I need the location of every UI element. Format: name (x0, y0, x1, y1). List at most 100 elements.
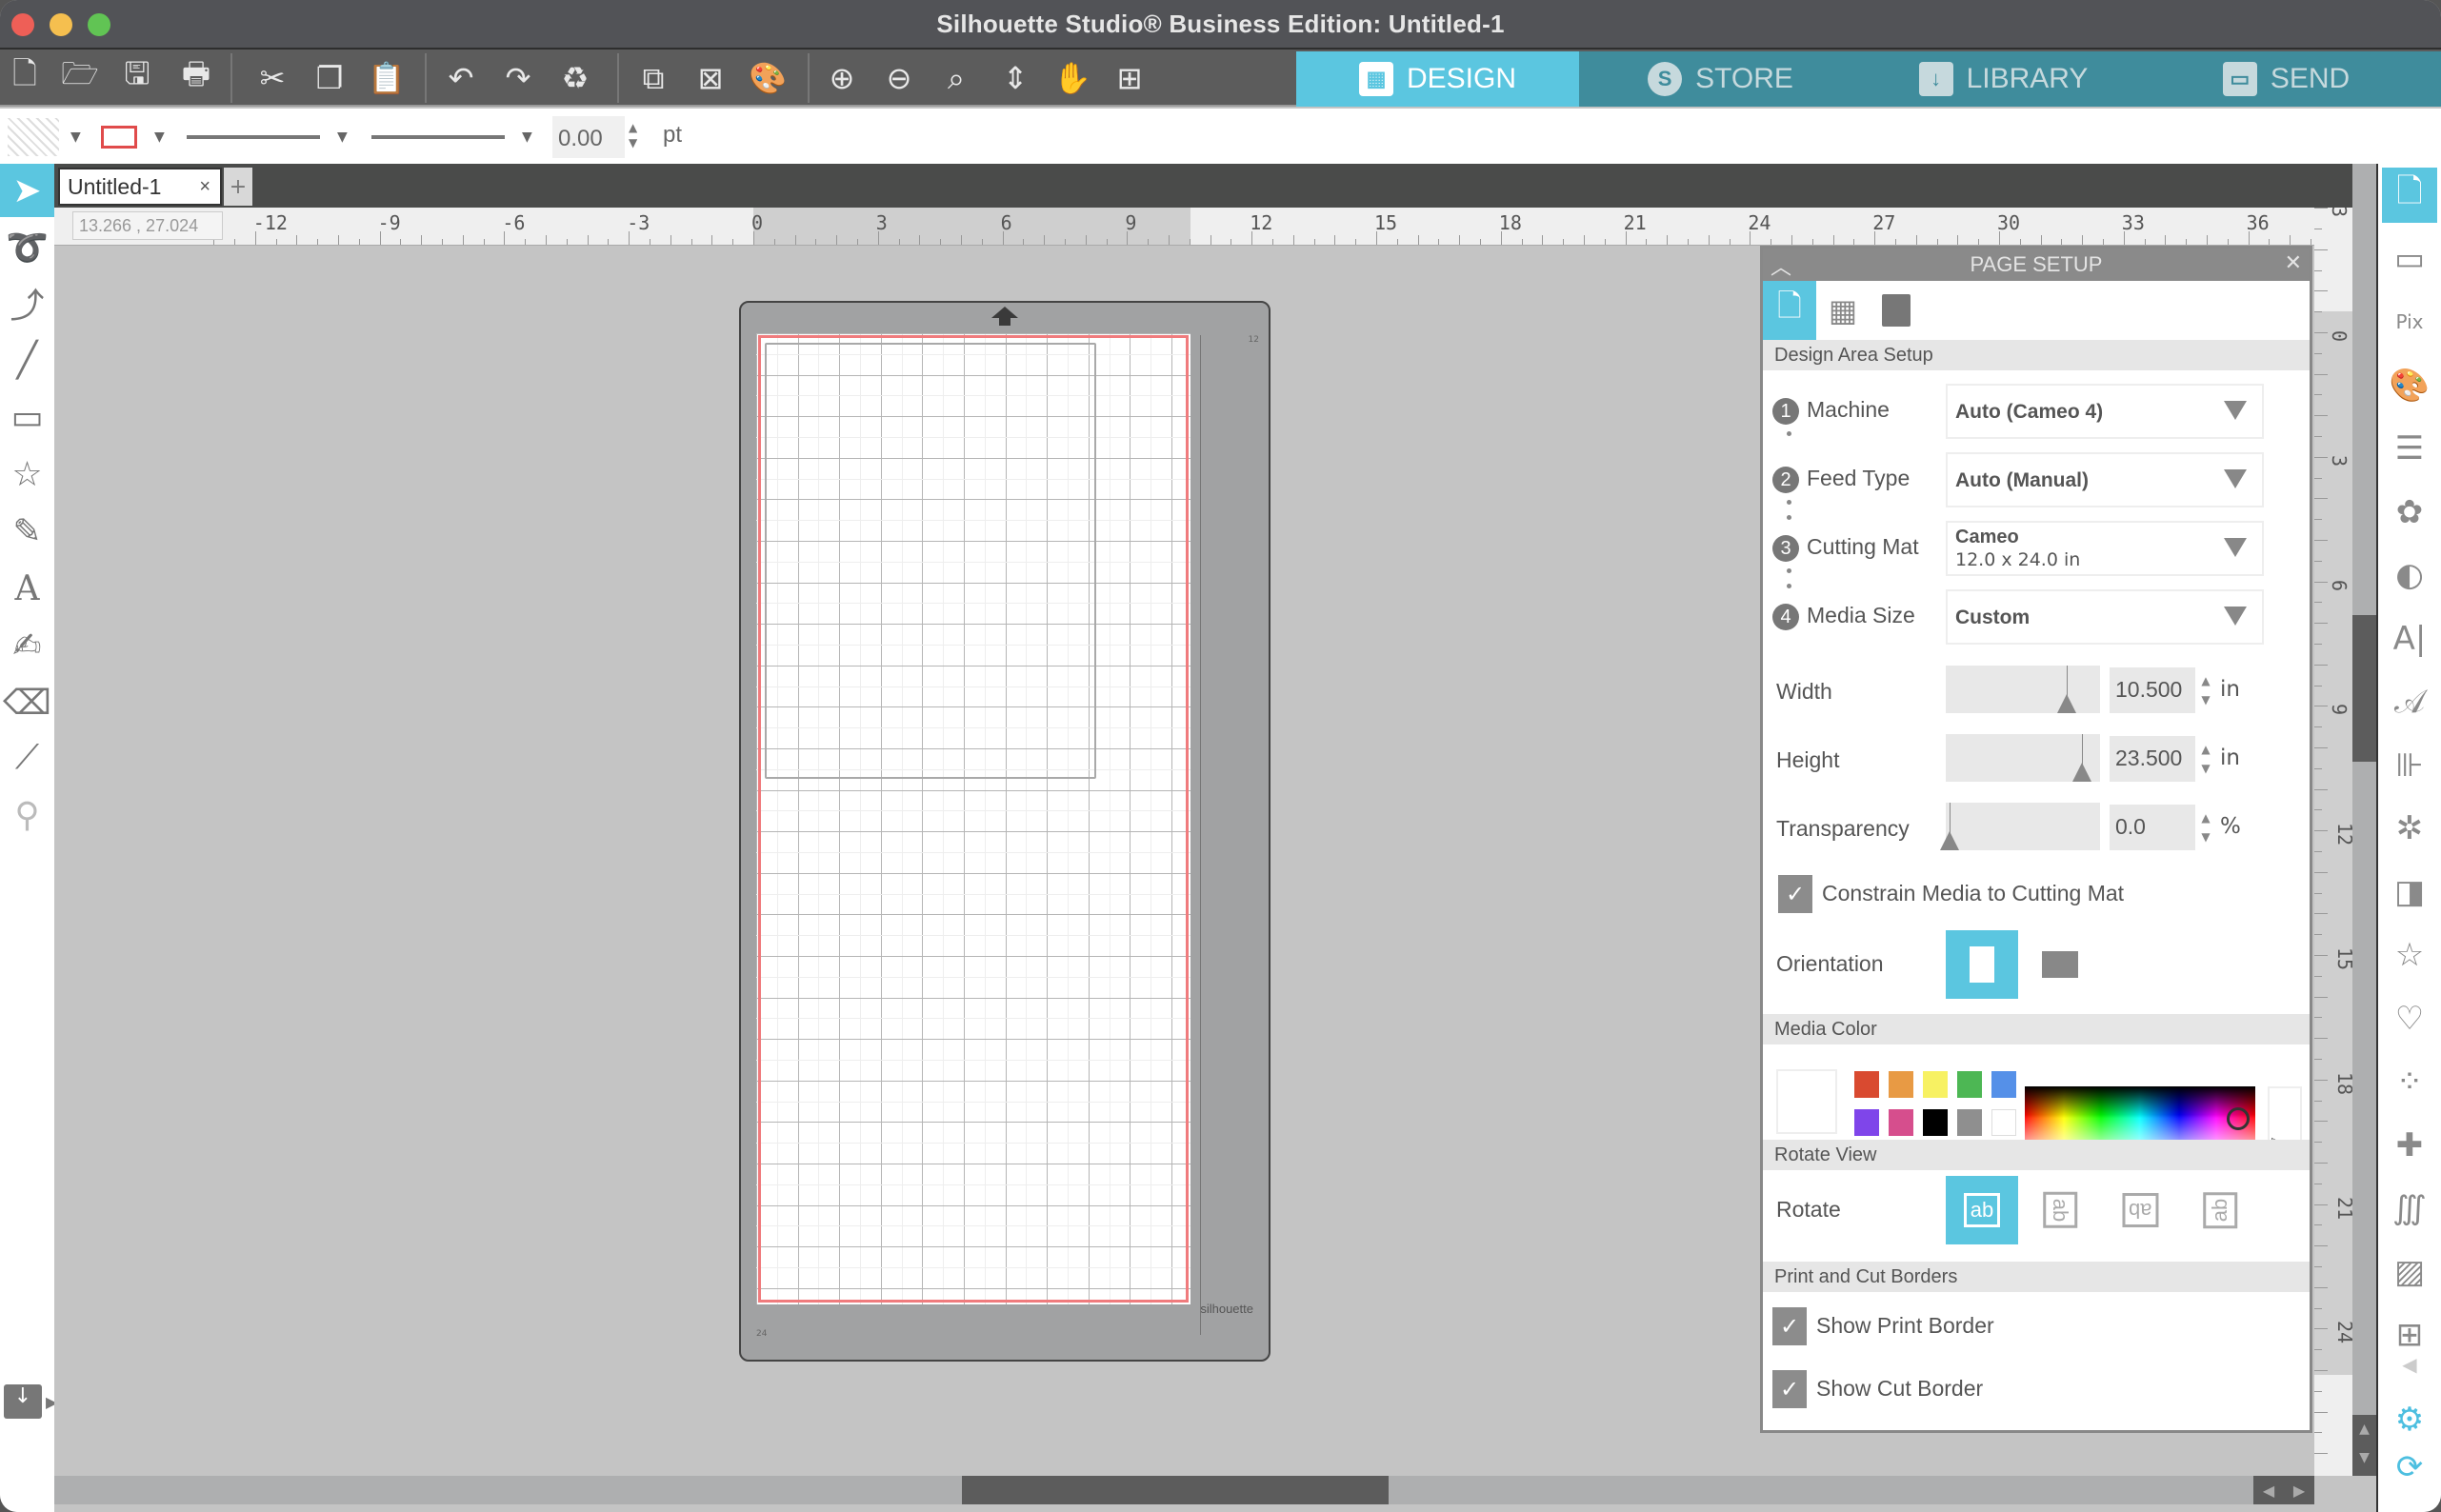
horizontal-scrollbar[interactable]: ◀ ▶ (54, 1476, 2314, 1504)
show-print-border-checkbox[interactable]: ✓ (1772, 1307, 1807, 1345)
color-swatch[interactable] (1889, 1071, 1913, 1098)
eraser-tool-icon[interactable]: ⌫ (0, 676, 54, 729)
line-width-spinner[interactable]: ▲ ▼ (629, 120, 637, 150)
modify-icon[interactable]: ◨ (2382, 865, 2437, 920)
sync-icon[interactable]: ⟳ (2382, 1440, 2437, 1495)
close-tab-icon[interactable]: × (199, 176, 210, 198)
fill-pattern-swatch[interactable] (8, 118, 59, 156)
transform-icon[interactable]: ✲ (2382, 801, 2437, 856)
copy-icon[interactable]: ❐ (309, 57, 350, 99)
freehand-pencil-icon[interactable]: ✎ (0, 505, 54, 558)
rotate-90-button[interactable]: ab (2024, 1176, 2096, 1244)
new-document-icon[interactable]: 🗋 (4, 55, 46, 99)
library-shapes-icon[interactable]: ☆ (2382, 927, 2437, 983)
horizontal-scroll-thumb[interactable] (962, 1476, 1389, 1504)
line-color-swatch[interactable] (101, 126, 137, 149)
send-panel-icon[interactable]: ▭ (2382, 231, 2437, 287)
design-store-icon[interactable]: ♡ (2382, 991, 2437, 1046)
paste-icon[interactable]: 📋 (366, 57, 408, 99)
draw-curve-tool-icon[interactable]: ⤴ (0, 276, 54, 329)
zoom-selection-icon[interactable]: ⌕ (935, 57, 977, 99)
slider-knob[interactable] (1940, 831, 1959, 850)
fit-to-page-icon[interactable]: ⇕ (994, 57, 1036, 99)
dropdown-arrow-icon[interactable]: ▼ (337, 129, 348, 145)
dropdown-arrow-icon[interactable]: ▼ (522, 129, 532, 145)
constrain-media-checkbox[interactable]: ✓ (1778, 875, 1812, 913)
height-slider[interactable] (1946, 734, 2100, 782)
line-tool-icon[interactable]: ╱ (0, 333, 54, 387)
hatch-fill-icon[interactable]: ▨ (2382, 1244, 2437, 1300)
media-size-select[interactable]: Custom (1946, 589, 2264, 645)
rectangle-tool-icon[interactable]: ▭ (0, 390, 54, 444)
dropdown-arrow-icon[interactable]: ▼ (70, 129, 81, 145)
width-input[interactable]: 10.500 (2110, 667, 2195, 713)
tab-library[interactable]: ↓ LIBRARY (1862, 51, 2145, 107)
height-input[interactable]: 23.500 (2110, 736, 2195, 782)
text-style-icon[interactable]: A| (2382, 611, 2437, 666)
line-cap-preview[interactable] (371, 135, 505, 139)
tab-page-setup[interactable]: 🗋 (1763, 281, 1816, 340)
color-swatch[interactable] (1923, 1109, 1948, 1136)
scroll-left-icon[interactable]: ◀ (2263, 1482, 2274, 1500)
slider-knob[interactable] (2071, 763, 2091, 782)
line-style-preview[interactable] (187, 135, 320, 139)
sketch-tool-icon[interactable]: ✍ (0, 619, 54, 672)
close-panel-icon[interactable]: ✕ (2285, 250, 2302, 275)
show-cut-border-checkbox[interactable]: ✓ (1772, 1370, 1807, 1408)
select-tool-icon[interactable]: ➤ (0, 164, 54, 217)
tab-store[interactable]: S STORE (1579, 51, 1862, 107)
vertical-scrollbar[interactable]: ▲ ▼ (2352, 164, 2376, 1476)
document-tab[interactable]: Untitled-1 × (58, 168, 222, 206)
tab-registration-marks[interactable] (1870, 281, 1923, 340)
save-icon[interactable]: 🖫 (116, 55, 158, 99)
color-swatch[interactable] (1854, 1071, 1879, 1098)
rotate-0-button[interactable]: ab (1946, 1176, 2018, 1244)
orientation-landscape-button[interactable] (2024, 930, 2096, 999)
color-swatch[interactable] (1991, 1109, 2016, 1136)
point-edit-tool-icon[interactable]: ➰ (0, 221, 54, 274)
machine-select[interactable]: Auto (Cameo 4) (1946, 384, 2264, 439)
height-spinner[interactable]: ▲ ▼ (2199, 740, 2212, 778)
line-width-input[interactable]: 0.00 (552, 116, 625, 158)
select-by-color-icon[interactable]: 🎨 (747, 57, 789, 99)
align-icon[interactable]: ⊪ (2382, 738, 2437, 793)
cut-icon[interactable]: ✂ (251, 57, 293, 99)
eyedropper-tool-icon[interactable]: ⚲ (0, 788, 54, 842)
color-swatch[interactable] (1889, 1109, 1913, 1136)
pixscan-icon[interactable]: Pix (2382, 294, 2437, 349)
dropdown-arrow-icon[interactable]: ▼ (154, 129, 165, 145)
trace-icon[interactable]: ◐ (2382, 547, 2437, 603)
collapse-arrow-icon[interactable]: ◀ (2382, 1337, 2437, 1392)
orientation-portrait-button[interactable] (1946, 930, 2018, 999)
add-tab-button[interactable]: + (224, 168, 252, 206)
width-spinner[interactable]: ▲ ▼ (2199, 671, 2212, 709)
scroll-up-down-buttons[interactable]: ▲ ▼ (2352, 1415, 2376, 1476)
zoom-in-icon[interactable]: ⊕ (821, 57, 863, 99)
text-tool-icon[interactable]: A (0, 562, 54, 615)
undo-icon[interactable]: ↶ (440, 57, 482, 99)
print-icon[interactable]: 🖶 (175, 55, 217, 99)
vertical-scroll-thumb[interactable] (2352, 615, 2376, 762)
scroll-left-right-buttons[interactable]: ◀ ▶ (2253, 1476, 2314, 1504)
scroll-down-icon[interactable]: ▼ (2352, 1443, 2376, 1472)
color-swatch[interactable] (1991, 1071, 2016, 1098)
color-swatch[interactable] (1957, 1109, 1982, 1136)
line-style-icon[interactable]: ☰ (2382, 421, 2437, 476)
collapse-panel-icon[interactable]: ︿ (1771, 250, 1791, 281)
ungroup-icon[interactable]: ⊠ (690, 57, 731, 99)
redo-icon[interactable]: ↷ (497, 57, 539, 99)
tab-design[interactable]: ▦ DESIGN (1296, 51, 1579, 107)
transparency-slider[interactable] (1940, 803, 2100, 850)
page-setup-icon[interactable]: 🗋 (2382, 168, 2437, 223)
scroll-up-icon[interactable]: ▲ (2352, 1415, 2376, 1443)
transparency-input[interactable]: 0.0 (2110, 805, 2195, 850)
offset-icon[interactable]: ✿ (2382, 485, 2437, 540)
tab-grid[interactable]: ▦ (1816, 281, 1870, 340)
feed-type-select[interactable]: Auto (Manual) (1946, 452, 2264, 507)
zoom-out-icon[interactable]: ⊖ (878, 57, 920, 99)
tab-send[interactable]: ▭ SEND (2145, 51, 2428, 107)
puzzle-icon[interactable]: ✚ (2382, 1118, 2437, 1173)
zoom-to-fit-icon[interactable]: ⊞ (1109, 57, 1150, 99)
fill-panel-icon[interactable]: 🎨 (2382, 358, 2437, 413)
sketch-font-icon[interactable]: 𝒜 (2382, 674, 2437, 729)
